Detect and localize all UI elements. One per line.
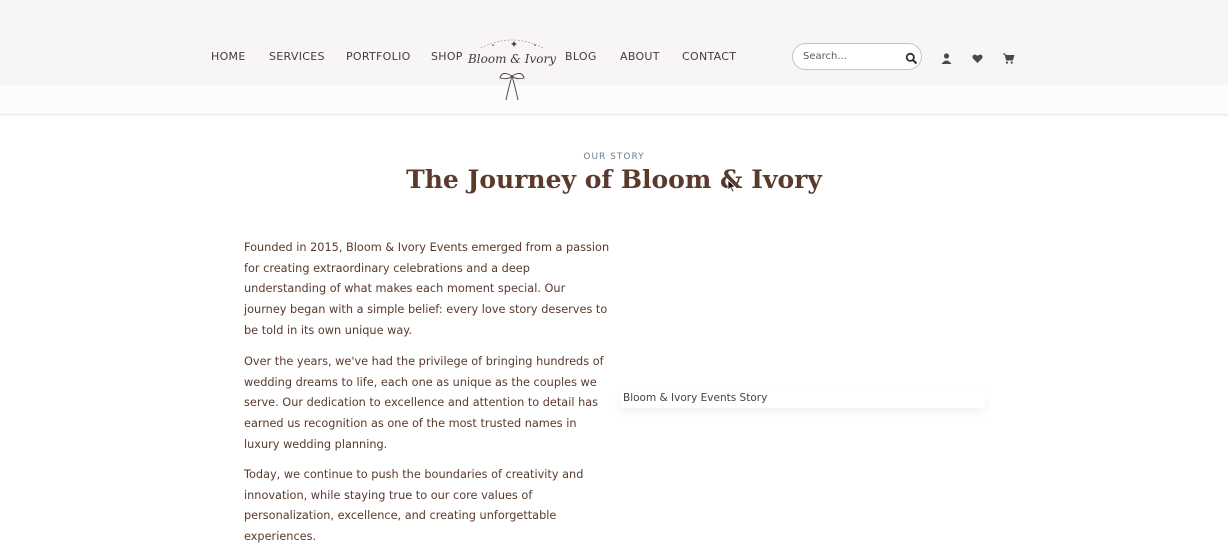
page-title: The Journey of Bloom & Ivory: [406, 165, 822, 194]
mouse-cursor-icon: [727, 178, 737, 193]
site-header: HOME SERVICES PORTFOLIO SHOP Bloom & Ivo…: [0, 0, 1228, 115]
logo-wordmark: Bloom & Ivory: [467, 52, 557, 66]
nav-contact[interactable]: CONTACT: [682, 50, 736, 63]
nav-services[interactable]: SERVICES: [269, 50, 325, 63]
section-eyebrow: OUR STORY: [583, 152, 645, 162]
story-image-alt-text: Bloom & Ivory Events Story: [623, 392, 768, 404]
story-image: Bloom & Ivory Events Story: [621, 390, 985, 408]
site-logo[interactable]: Bloom & Ivory: [463, 34, 561, 104]
story-paragraph-2: Over the years, we've had the privilege …: [244, 355, 604, 451]
search-box: [792, 43, 922, 70]
nav-blog[interactable]: BLOG: [565, 50, 597, 63]
story-paragraph-3: Today, we continue to push the boundarie…: [244, 468, 584, 544]
nav-shop[interactable]: SHOP: [431, 50, 463, 63]
header-bottom-band: [0, 85, 1228, 114]
nav-about[interactable]: ABOUT: [620, 50, 660, 63]
search-icon[interactable]: [905, 50, 918, 65]
logo-ornament-icon: [480, 39, 544, 101]
nav-home[interactable]: HOME: [211, 50, 246, 63]
story-paragraph-1: Founded in 2015, Bloom & Ivory Events em…: [244, 241, 610, 337]
cart-icon[interactable]: [1002, 50, 1015, 64]
nav-portfolio[interactable]: PORTFOLIO: [346, 50, 411, 63]
heart-icon[interactable]: [971, 50, 984, 63]
search-input[interactable]: [803, 48, 898, 65]
user-icon[interactable]: [940, 50, 953, 64]
